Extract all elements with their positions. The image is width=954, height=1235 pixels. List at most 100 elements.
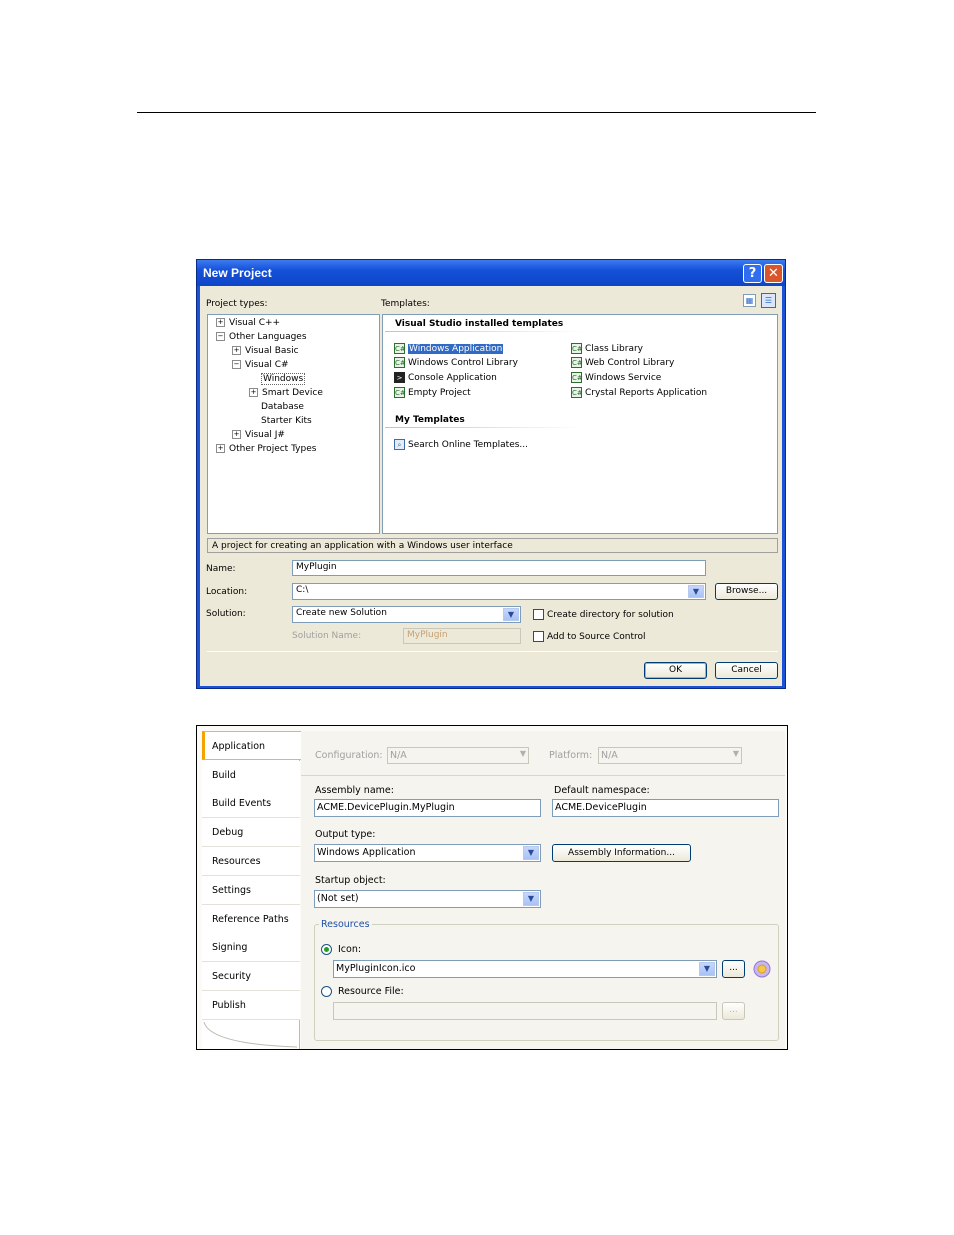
tree-item-label: Visual J# xyxy=(245,430,285,440)
template-empty-project[interactable]: C# Empty Project xyxy=(394,387,471,398)
template-label: Search Online Templates... xyxy=(408,439,529,450)
icon-preview xyxy=(753,960,771,978)
tab-reference-paths[interactable]: Reference Paths xyxy=(202,905,300,934)
configuration-combo: N/A ▼ xyxy=(387,747,529,764)
chevron-down-icon[interactable]: ▼ xyxy=(699,962,715,976)
template-class-library[interactable]: C# Class Library xyxy=(571,343,643,354)
tree-item-label: Visual Basic xyxy=(245,346,299,356)
icon-browse-button[interactable]: ... xyxy=(722,960,745,978)
template-label: Class Library xyxy=(585,343,644,354)
dialog-title: New Project xyxy=(203,266,272,280)
collapse-icon[interactable]: − xyxy=(232,360,241,369)
expand-icon[interactable]: + xyxy=(216,318,225,327)
tree-item-other-project-types[interactable]: + Other Project Types xyxy=(216,444,316,454)
resource-file-radio[interactable] xyxy=(321,986,332,997)
project-types-tree[interactable]: + Visual C++ − Other Languages + Visual Bas… xyxy=(207,314,380,534)
tree-item-label: Database xyxy=(261,402,304,412)
template-windows-control-library[interactable]: C# Windows Control Library xyxy=(394,357,518,368)
tree-item-database[interactable]: Database xyxy=(261,402,304,412)
properties-sidebar: Application Build Build Events Debug Res… xyxy=(202,731,301,1049)
tree-item-windows[interactable]: Windows xyxy=(261,373,306,385)
tree-item-other-languages[interactable]: − Other Languages xyxy=(216,332,307,342)
separator xyxy=(301,775,785,776)
tab-settings[interactable]: Settings xyxy=(202,876,300,905)
solution-name-label: Solution Name: xyxy=(292,631,362,641)
icon-value: MyPluginIcon.ico xyxy=(336,963,416,974)
tab-build-events[interactable]: Build Events xyxy=(202,789,300,818)
tree-item-visual-cpp[interactable]: + Visual C++ xyxy=(216,318,280,328)
tree-item-label: Smart Device xyxy=(262,388,323,398)
template-search-online[interactable]: ⌕ Search Online Templates... xyxy=(394,439,528,450)
page-rule xyxy=(137,112,816,113)
resources-group-label: Resources xyxy=(319,919,372,930)
separator xyxy=(207,651,778,652)
chevron-down-icon[interactable]: ▼ xyxy=(523,892,539,906)
expand-icon[interactable]: + xyxy=(249,388,258,397)
output-type-combo[interactable]: Windows Application ▼ xyxy=(314,844,541,862)
startup-object-combo[interactable]: (Not set) ▼ xyxy=(314,890,541,908)
tab-application[interactable]: Application xyxy=(202,731,301,760)
small-icons-view-icon[interactable]: ☰ xyxy=(761,293,776,308)
chevron-down-icon[interactable]: ▼ xyxy=(503,608,519,621)
source-control-checkbox[interactable] xyxy=(533,631,544,642)
solution-value: Create new Solution xyxy=(296,608,387,618)
tab-debug[interactable]: Debug xyxy=(202,818,300,847)
chevron-down-icon[interactable]: ▼ xyxy=(523,846,539,860)
create-directory-label: Create directory for solution xyxy=(547,610,674,620)
templates-list[interactable]: Visual Studio installed templates C# Wind… xyxy=(382,314,778,534)
web-control-icon: C# xyxy=(571,357,583,368)
platform-combo: N/A ▼ xyxy=(598,747,742,764)
template-crystal-reports[interactable]: C# Crystal Reports Application xyxy=(571,387,707,398)
tree-item-smart-device[interactable]: + Smart Device xyxy=(249,388,323,398)
solution-combo[interactable]: Create new Solution ▼ xyxy=(292,606,521,623)
name-input[interactable]: MyPlugin xyxy=(292,560,706,576)
tab-build[interactable]: Build xyxy=(202,761,300,790)
template-web-control-library[interactable]: C# Web Control Library xyxy=(571,357,674,368)
location-value: C:\ xyxy=(296,585,309,595)
expand-icon[interactable]: + xyxy=(216,444,225,453)
chevron-down-icon: ▼ xyxy=(732,749,739,758)
expand-icon[interactable]: + xyxy=(232,430,241,439)
tree-item-label: Starter Kits xyxy=(261,416,312,426)
large-icons-view-icon[interactable]: ▦ xyxy=(743,294,756,307)
tree-item-starter-kits[interactable]: Starter Kits xyxy=(261,416,312,426)
icon-combo[interactable]: MyPluginIcon.ico ▼ xyxy=(333,960,717,978)
browse-button[interactable]: Browse... xyxy=(715,583,778,600)
template-label: Crystal Reports Application xyxy=(585,387,708,398)
chevron-down-icon[interactable]: ▼ xyxy=(688,585,704,598)
title-bar: New Project ? ✕ xyxy=(197,260,785,286)
location-label: Location: xyxy=(206,587,248,597)
tree-item-visual-jsharp[interactable]: + Visual J# xyxy=(232,430,285,440)
location-combo[interactable]: C:\ ▼ xyxy=(292,583,706,600)
ok-button[interactable]: OK xyxy=(644,662,707,679)
help-button[interactable]: ? xyxy=(743,264,762,283)
template-windows-application[interactable]: C# Windows Application xyxy=(394,343,504,354)
assembly-name-input[interactable]: ACME.DevicePlugin.MyPlugin xyxy=(314,799,541,817)
icon-radio[interactable] xyxy=(321,944,332,955)
tab-resources[interactable]: Resources xyxy=(202,847,300,876)
resources-groupbox xyxy=(314,924,779,1041)
my-templates-heading: My Templates xyxy=(395,415,465,425)
console-icon: > xyxy=(394,372,405,383)
resource-file-label: Resource File: xyxy=(338,986,404,997)
expand-icon[interactable]: + xyxy=(232,346,241,355)
sidebar-curl xyxy=(203,1021,298,1048)
template-console-application[interactable]: > Console Application xyxy=(394,372,497,383)
tab-signing[interactable]: Signing xyxy=(202,933,300,962)
create-directory-checkbox[interactable] xyxy=(533,609,544,620)
collapse-icon[interactable]: − xyxy=(216,332,225,341)
tab-publish[interactable]: Publish xyxy=(202,991,300,1020)
default-namespace-label: Default namespace: xyxy=(554,785,650,796)
cancel-button[interactable]: Cancel xyxy=(715,662,778,679)
tree-item-visual-csharp[interactable]: − Visual C# xyxy=(232,360,289,370)
default-namespace-input[interactable]: ACME.DevicePlugin xyxy=(552,799,779,817)
tree-item-label: Windows xyxy=(261,373,306,385)
class-library-icon: C# xyxy=(571,343,583,354)
assembly-information-button[interactable]: Assembly Information... xyxy=(552,844,691,862)
search-online-icon: ⌕ xyxy=(394,439,405,450)
close-button[interactable]: ✕ xyxy=(764,264,783,283)
template-windows-service[interactable]: C# Windows Service xyxy=(571,372,661,383)
tab-security[interactable]: Security xyxy=(202,962,300,991)
name-label: Name: xyxy=(206,564,236,574)
tree-item-visual-basic[interactable]: + Visual Basic xyxy=(232,346,299,356)
